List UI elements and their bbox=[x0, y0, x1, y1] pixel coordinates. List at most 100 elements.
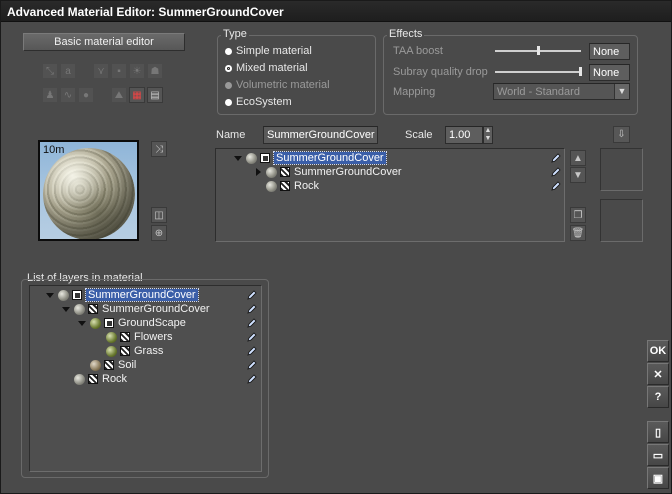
effects-group-title: Effects bbox=[387, 28, 425, 40]
tree-row[interactable]: GroundScape bbox=[77, 316, 186, 330]
material-ball-icon bbox=[246, 152, 257, 164]
zoom-icon[interactable]: ⊕ bbox=[151, 225, 167, 241]
tree-row[interactable]: Grass bbox=[93, 344, 163, 358]
taa-boost-slider-knob[interactable] bbox=[537, 46, 540, 55]
expand-toggle-icon[interactable] bbox=[77, 320, 87, 326]
edit-pencil-icon[interactable] bbox=[247, 374, 257, 384]
material-preview[interactable]: 10m bbox=[38, 140, 139, 241]
shuffle-icon[interactable]: ⤨ bbox=[151, 141, 167, 157]
wave-icon[interactable]: ∿ bbox=[60, 87, 76, 103]
name-label: Name bbox=[216, 129, 246, 141]
chevron-down-icon[interactable]: ▼ bbox=[614, 84, 629, 99]
edit-pencil-icon[interactable] bbox=[551, 167, 561, 177]
terrain-icon[interactable]: ⛰ bbox=[111, 87, 127, 103]
tree-row[interactable]: Rock bbox=[253, 179, 319, 193]
material-icon bbox=[120, 346, 130, 356]
material-ball-icon bbox=[90, 359, 101, 371]
up-arrow-icon[interactable]: ▲ bbox=[570, 150, 586, 166]
radio-ecosystem[interactable]: EcoSystem bbox=[225, 96, 292, 108]
scale-spinner[interactable]: ▲ ▼ bbox=[483, 126, 493, 144]
material-icon bbox=[280, 181, 290, 191]
radio-indicator bbox=[225, 98, 232, 106]
cube-icon[interactable]: ◫ bbox=[151, 207, 167, 223]
cancel-button[interactable]: ✕ bbox=[647, 363, 669, 385]
radio-label: Volumetric material bbox=[236, 79, 330, 91]
tree-label: SummerGroundCover bbox=[85, 288, 199, 302]
scale-input[interactable]: 1.00 bbox=[445, 126, 483, 144]
subray-quality-drop-slider-knob[interactable] bbox=[579, 67, 582, 76]
material-editor-window: Advanced Material Editor: SummerGroundCo… bbox=[0, 0, 672, 494]
tree-row[interactable]: Flowers bbox=[93, 330, 173, 344]
scale-label: Scale bbox=[405, 129, 433, 141]
material-ball-icon bbox=[74, 303, 85, 315]
tree-label: Rock bbox=[294, 180, 320, 192]
open-folder-icon[interactable]: ▭ bbox=[647, 444, 669, 466]
edit-pencil-icon[interactable] bbox=[247, 290, 257, 300]
edit-pencil-icon[interactable] bbox=[247, 318, 257, 328]
title-bar[interactable]: Advanced Material Editor: SummerGroundCo… bbox=[1, 1, 671, 22]
tree-row[interactable]: SummerGroundCover bbox=[233, 151, 387, 165]
material-icon bbox=[120, 332, 130, 342]
edit-pencil-icon[interactable] bbox=[247, 332, 257, 342]
clapper-icon[interactable]: ▤ bbox=[147, 87, 163, 103]
taa-boost-value[interactable]: None bbox=[589, 43, 630, 60]
radio-mixed-material[interactable]: Mixed material bbox=[225, 62, 308, 74]
tree-label: Grass bbox=[134, 345, 164, 357]
tree-row[interactable]: SummerGroundCover bbox=[253, 165, 402, 179]
copy-icon[interactable]: ❐ bbox=[570, 207, 586, 223]
film-icon[interactable]: ▦ bbox=[129, 87, 145, 103]
material-swatch-top[interactable] bbox=[600, 148, 643, 191]
subray-quality-drop-label: Subray quality drop bbox=[393, 66, 488, 78]
material-swatch-bottom[interactable] bbox=[600, 199, 643, 242]
small-square-icon[interactable]: ▪ bbox=[111, 63, 127, 79]
material-icon bbox=[88, 304, 98, 314]
down-arrow-icon[interactable]: ▼ bbox=[570, 167, 586, 183]
radio-simple-material[interactable]: Simple material bbox=[225, 45, 312, 57]
edit-pencil-icon[interactable] bbox=[247, 360, 257, 370]
tree-label: SummerGroundCover bbox=[294, 166, 402, 178]
preview-sphere bbox=[43, 148, 135, 239]
tree-row[interactable]: SummerGroundCover bbox=[45, 288, 199, 302]
expand-toggle-icon[interactable] bbox=[61, 306, 71, 312]
expand-toggle-icon[interactable] bbox=[45, 292, 55, 298]
tree-row[interactable]: Soil bbox=[77, 358, 136, 372]
subray-quality-drop-slider[interactable] bbox=[495, 71, 581, 73]
sun-icon[interactable]: ☀ bbox=[129, 63, 145, 79]
material-icon bbox=[104, 360, 114, 370]
person-icon[interactable]: ☗ bbox=[147, 63, 163, 79]
collapse-toggle-icon[interactable] bbox=[253, 168, 263, 176]
mapping-select[interactable]: World - Standard ▼ bbox=[493, 83, 630, 100]
material-ball-icon bbox=[74, 373, 85, 385]
basic-material-editor-button[interactable]: Basic material editor bbox=[23, 33, 185, 51]
expand-toggle-icon[interactable] bbox=[233, 155, 243, 161]
radio-volumetric-material[interactable]: Volumetric material bbox=[225, 79, 330, 91]
figure-icon[interactable]: ♟ bbox=[42, 87, 58, 103]
taa-boost-label: TAA boost bbox=[393, 45, 443, 57]
subray-quality-drop-value[interactable]: None bbox=[589, 64, 630, 81]
new-document-icon[interactable]: ▯ bbox=[647, 421, 669, 443]
trash-icon[interactable]: 🗑 bbox=[570, 225, 586, 241]
tree-label: Rock bbox=[102, 373, 128, 385]
edit-pencil-icon[interactable] bbox=[551, 181, 561, 191]
save-icon[interactable]: ▣ bbox=[647, 467, 669, 489]
tree-row[interactable]: Rock bbox=[61, 372, 127, 386]
tree-row[interactable]: SummerGroundCover bbox=[61, 302, 210, 316]
edit-pencil-icon[interactable] bbox=[247, 304, 257, 314]
material-ball-icon bbox=[266, 180, 277, 192]
preview-distance-label: 10m bbox=[43, 144, 65, 156]
material-ball-icon bbox=[106, 331, 117, 343]
preview-background: 10m bbox=[40, 142, 137, 239]
circle-icon[interactable]: ● bbox=[78, 87, 94, 103]
material-ball-icon bbox=[106, 345, 117, 357]
help-button[interactable]: ? bbox=[647, 386, 669, 408]
ok-button[interactable]: OK bbox=[647, 340, 669, 362]
name-input[interactable]: SummerGroundCover bbox=[263, 126, 378, 144]
import-icon[interactable]: ⇩ bbox=[613, 126, 630, 143]
transform-icon[interactable]: ⤡ bbox=[42, 63, 58, 79]
edit-pencil-icon[interactable] bbox=[551, 153, 561, 163]
mixed-material-icon bbox=[260, 153, 270, 163]
edit-pencil-icon[interactable] bbox=[247, 346, 257, 356]
distribution-icon[interactable]: ⋎ bbox=[93, 63, 109, 79]
material-ball-icon bbox=[266, 166, 277, 178]
text-icon[interactable]: a bbox=[60, 63, 76, 79]
